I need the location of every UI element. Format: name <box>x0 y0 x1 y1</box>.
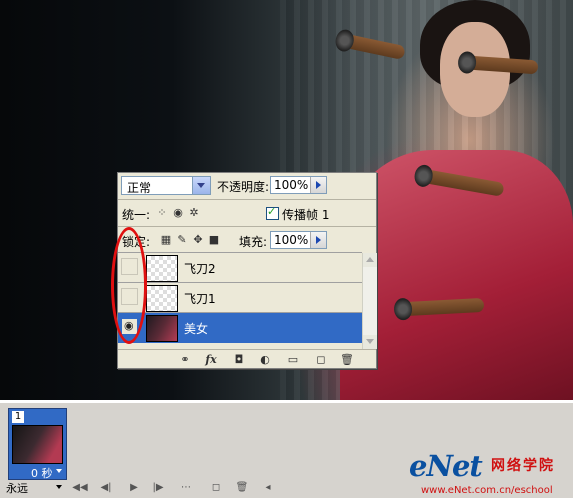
prev-frame-icon[interactable]: ◀| <box>98 482 114 494</box>
scroll-up-icon[interactable] <box>363 253 377 267</box>
opacity-label: 不透明度: <box>217 180 270 194</box>
lock-transparent-icon[interactable]: ▦ <box>160 234 172 246</box>
propagate-frame-checkbox[interactable] <box>266 205 279 220</box>
unify-style-icon[interactable]: ✲ <box>188 207 200 219</box>
unify-position-icon[interactable]: ⁘ <box>156 207 168 219</box>
lock-paint-icon[interactable]: ✎ <box>176 234 188 246</box>
layer-name: 飞刀2 <box>184 262 216 276</box>
layers-panel: 正常 不透明度: 100% 统一: ⁘ ◉ ✲ 传播帧 1 锁定: ▦ ✎ ✥ … <box>117 172 377 369</box>
annotation-ellipse <box>111 227 147 344</box>
tween-icon[interactable]: ⋯ <box>178 482 194 494</box>
opacity-slider-arrow-icon[interactable] <box>310 177 326 193</box>
play-icon[interactable]: ▶ <box>126 482 142 494</box>
frame-delay[interactable]: 0 秒 <box>31 465 53 481</box>
opacity-value: 100% <box>274 178 309 192</box>
loop-option-value: 永远 <box>6 482 28 495</box>
fill-slider-arrow-icon[interactable] <box>310 232 326 248</box>
fill-field[interactable]: 100% <box>270 231 327 249</box>
enet-url: www.eNet.com.cn/eschool <box>421 485 553 496</box>
layer-thumbnail <box>146 315 178 342</box>
enet-school-text: 网络学院 <box>491 458 555 474</box>
fill-value: 100% <box>274 233 309 247</box>
enet-logo: eNet <box>409 449 483 483</box>
adjustment-icon[interactable]: ◐ <box>258 353 272 366</box>
layer-row-meinv[interactable]: 美女 <box>118 312 362 343</box>
lock-all-icon[interactable]: ■ <box>208 234 220 246</box>
propagate-label: 传播帧 1 <box>282 208 330 222</box>
fill-label: 填充: <box>239 235 268 249</box>
first-frame-icon[interactable]: ◀◀ <box>72 482 88 494</box>
frame-thumbnail <box>12 425 63 464</box>
blend-mode-select[interactable]: 正常 <box>121 176 211 195</box>
animation-frame-1[interactable]: 1 0 秒 <box>8 408 67 480</box>
next-frame-icon[interactable]: |▶ <box>150 482 166 494</box>
unify-visibility-icon[interactable]: ◉ <box>172 207 184 219</box>
unify-row: 统一: ⁘ ◉ ✲ 传播帧 1 <box>118 200 376 226</box>
layer-name: 美女 <box>184 322 209 336</box>
scroll-down-icon[interactable] <box>363 335 377 349</box>
chevron-down-icon[interactable] <box>56 485 62 489</box>
loop-options-select[interactable]: 永远 <box>6 480 64 495</box>
fx-icon[interactable]: fx <box>204 353 218 366</box>
scroll-left-icon[interactable]: ◂ <box>260 482 276 494</box>
blend-row: 正常 不透明度: 100% <box>118 173 376 199</box>
opacity-field[interactable]: 100% <box>270 176 327 194</box>
layer-row-feidao1[interactable]: 飞刀1 <box>118 282 362 312</box>
layers-scrollbar[interactable] <box>362 253 377 349</box>
duplicate-frame-icon[interactable]: ◻ <box>208 482 224 494</box>
folder-icon[interactable]: ▭ <box>286 353 300 366</box>
layer-row-feidao2[interactable]: 飞刀2 <box>118 252 362 282</box>
chevron-down-icon[interactable] <box>192 177 210 194</box>
unify-label: 统一: <box>122 208 151 222</box>
frame-number: 1 <box>12 411 24 423</box>
chevron-down-icon[interactable] <box>56 469 62 473</box>
lock-move-icon[interactable]: ✥ <box>192 234 204 246</box>
layer-thumbnail <box>146 285 178 312</box>
new-layer-icon[interactable]: ◻ <box>314 353 328 366</box>
enet-watermark: eNet 网络学院 www.eNet.com.cn/eschool <box>409 449 569 497</box>
layer-name: 飞刀1 <box>184 292 216 306</box>
layers-bottom-toolbar: ⚭ fx ◘ ◐ ▭ ◻ 🗑 <box>118 349 376 369</box>
trash-icon[interactable]: 🗑 <box>340 353 354 366</box>
delete-frame-icon[interactable]: 🗑 <box>234 482 250 494</box>
link-icon[interactable]: ⚭ <box>178 353 192 366</box>
mask-icon[interactable]: ◘ <box>232 353 246 366</box>
layer-thumbnail <box>146 255 178 282</box>
blend-mode-value: 正常 <box>127 181 152 195</box>
lock-row: 锁定: ▦ ✎ ✥ ■ 填充: 100% <box>118 227 376 253</box>
